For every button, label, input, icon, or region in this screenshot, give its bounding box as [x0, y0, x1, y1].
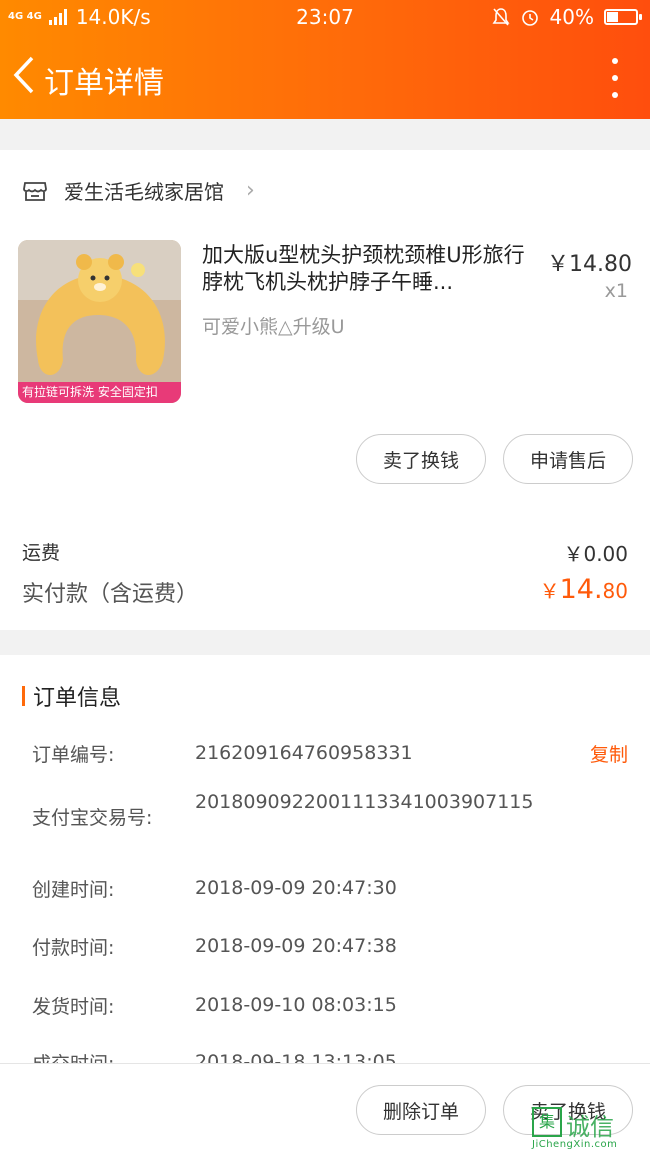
section-accent-bar	[22, 686, 25, 706]
paid-integer: 14.	[559, 574, 603, 605]
shop-link[interactable]: 爱生活毛绒家居馆 ›	[22, 176, 255, 205]
paid-amount: ￥14.80	[540, 574, 628, 605]
product-price: ￥14.80	[547, 252, 632, 277]
shipping-value: ￥0.00	[563, 542, 628, 566]
alarm-icon	[521, 10, 538, 26]
store-icon	[23, 181, 47, 201]
image-promo-tag: 有拉链可拆洗 安全固定扣	[18, 382, 181, 403]
delete-order-button[interactable]: 删除订单	[356, 1085, 486, 1135]
more-menu-icon[interactable]	[610, 58, 620, 98]
copy-button[interactable]: 复制	[590, 740, 628, 767]
paid-time-label: 付款时间:	[32, 937, 115, 959]
chevron-right-icon: ›	[246, 178, 255, 203]
alipay-trade-label: 支付宝交易号:	[32, 807, 153, 829]
order-info-title: 订单信息	[33, 686, 122, 711]
paid-time-value: 2018-09-09 20:47:38	[195, 935, 397, 957]
product-image[interactable]: 有拉链可拆洗 安全固定扣	[18, 240, 181, 403]
watermark-url: JiChengXin.com	[532, 1139, 618, 1150]
product-quantity: x1	[604, 280, 628, 302]
shipped-time-label: 发货时间:	[32, 996, 115, 1018]
created-time-label: 创建时间:	[32, 879, 115, 901]
battery-percent: 40%	[549, 5, 594, 29]
paid-currency: ￥	[539, 579, 560, 603]
bear-pillow-image	[18, 240, 181, 403]
mute-bell-icon	[492, 8, 510, 26]
order-number-value: 216209164760958331	[195, 742, 413, 764]
nav-bar: 订单详情	[0, 40, 650, 116]
product-spec: 可爱小熊△升级U	[202, 316, 345, 338]
shipping-label: 运费	[22, 542, 61, 564]
order-info-header: 订单信息	[22, 680, 121, 712]
order-number-label: 订单编号:	[32, 744, 115, 766]
shop-name: 爱生活毛绒家居馆	[64, 180, 224, 204]
created-time-value: 2018-09-09 20:47:30	[195, 877, 397, 899]
battery-icon	[604, 9, 642, 25]
watermark-logo: 集 诚信 JiChengXin.com	[532, 1107, 642, 1151]
sell-button[interactable]: 卖了换钱	[356, 434, 486, 484]
after-sale-button[interactable]: 申请售后	[503, 434, 633, 484]
paid-decimal: 80	[602, 579, 628, 603]
back-arrow-icon[interactable]	[10, 54, 40, 96]
product-title[interactable]: 加大版u型枕头护颈枕颈椎U形旅行脖枕飞机头枕护脖子午睡...	[202, 242, 532, 297]
watermark-box: 集	[532, 1107, 562, 1137]
paid-label: 实付款（含运费）	[22, 582, 199, 607]
top-bar: 4G 4G 14.0K/s 23:07 40% 订单详情	[0, 0, 650, 119]
page-title: 订单详情	[44, 66, 164, 101]
status-bar: 4G 4G 14.0K/s 23:07 40%	[0, 0, 650, 34]
shipped-time-value: 2018-09-10 08:03:15	[195, 994, 397, 1016]
alipay-trade-value: 2018090922001113341003907115	[195, 791, 534, 813]
watermark-text: 诚信	[566, 1113, 614, 1141]
